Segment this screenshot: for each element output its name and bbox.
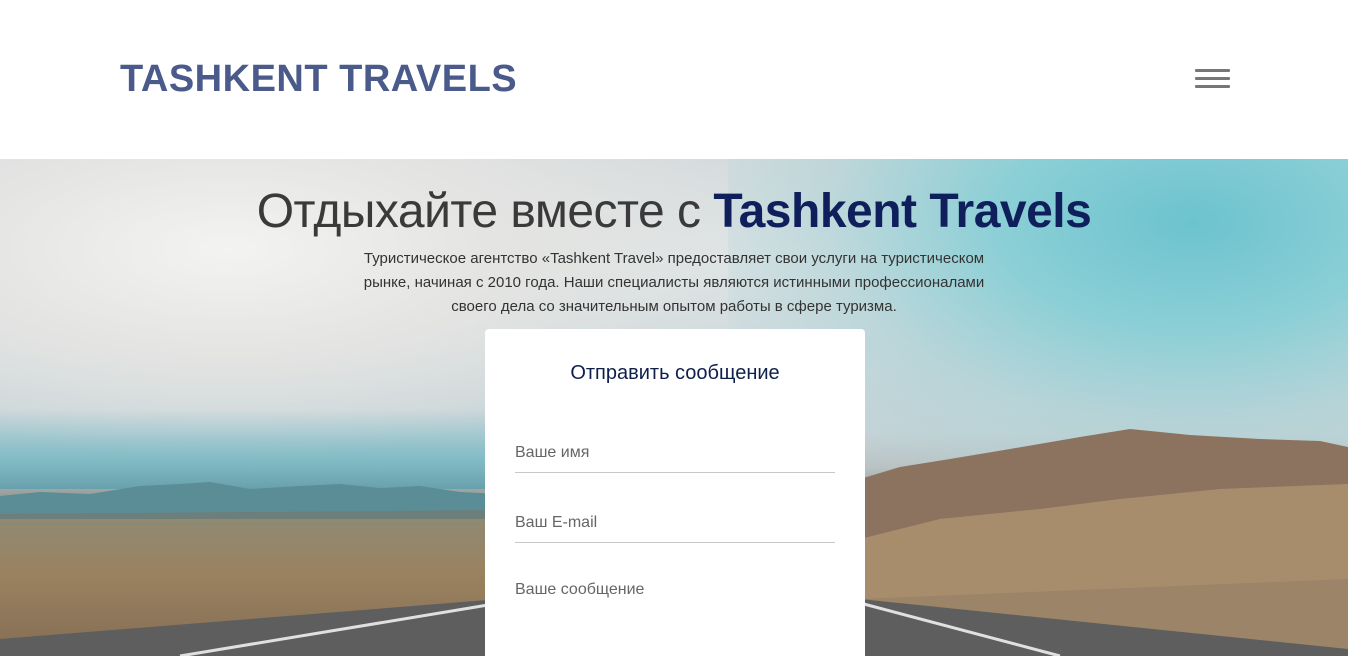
message-input[interactable] bbox=[515, 577, 835, 656]
hero-section: Отдыхайте вместе с Tashkent Travels Тури… bbox=[0, 159, 1348, 656]
hero-title: Отдыхайте вместе с Tashkent Travels bbox=[0, 183, 1348, 240]
hamburger-menu-icon[interactable] bbox=[1195, 69, 1231, 91]
contact-form-title: Отправить сообщение bbox=[570, 362, 780, 384]
hero-title-light: Отдыхайте вместе с bbox=[256, 185, 714, 238]
menu-bar bbox=[1195, 77, 1230, 80]
site-header: TASHKENT TRAVELS bbox=[0, 0, 1348, 159]
hero-description: Туристическое агентство «Tashkent Travel… bbox=[363, 250, 985, 315]
email-input[interactable] bbox=[515, 503, 835, 543]
name-input[interactable] bbox=[515, 433, 835, 473]
hero-title-brand: Tashkent Travels bbox=[713, 185, 1092, 238]
contact-form-card: Отправить сообщение bbox=[485, 329, 865, 656]
menu-bar bbox=[1195, 85, 1230, 88]
menu-bar bbox=[1195, 69, 1230, 72]
site-logo[interactable]: TASHKENT TRAVELS bbox=[120, 56, 517, 102]
